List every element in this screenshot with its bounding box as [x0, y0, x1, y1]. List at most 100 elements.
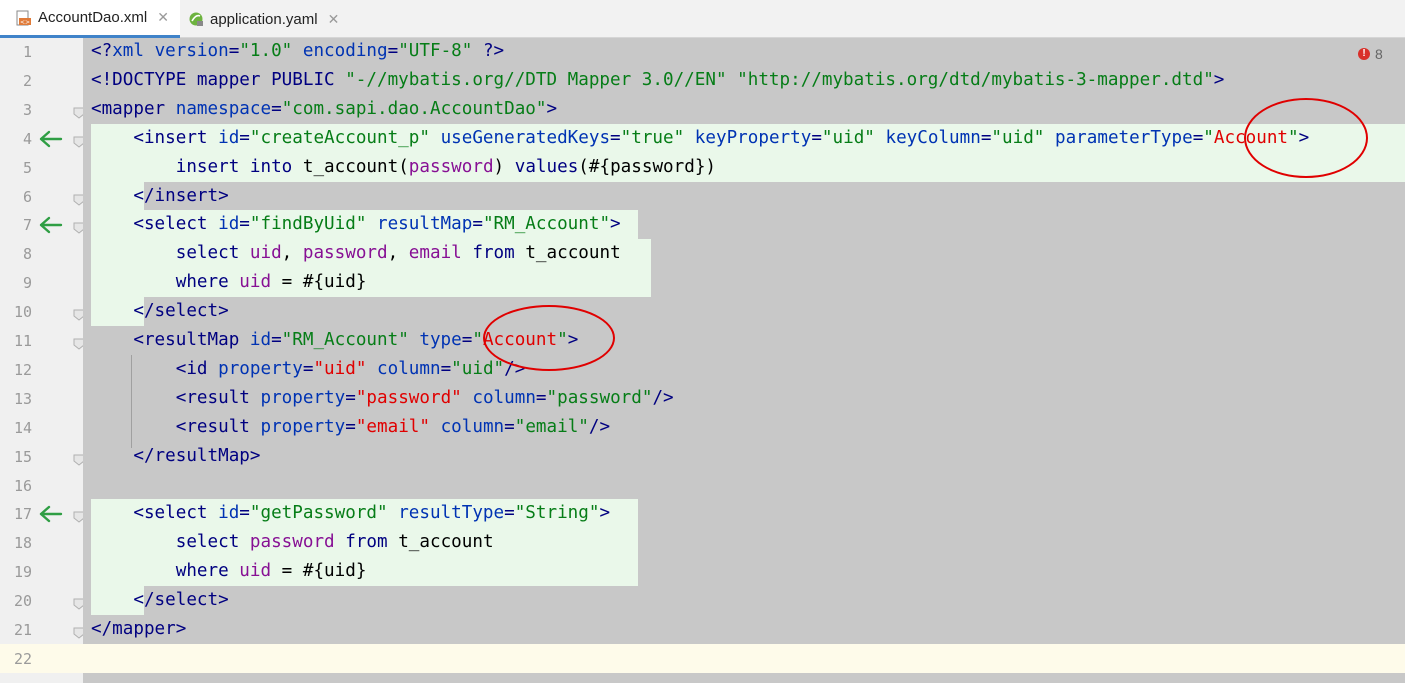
code-token: </select>: [91, 301, 229, 322]
code-token: resultMap: [377, 214, 473, 235]
code-line[interactable]: select password from t_account: [91, 528, 494, 557]
close-icon[interactable]: ✕: [157, 9, 169, 26]
code-token: =: [239, 214, 250, 235]
code-token: >: [546, 98, 558, 119]
code-token: id: [218, 503, 240, 524]
tab-accountdao-xml[interactable]: <> AccountDao.xml ✕: [0, 0, 180, 38]
code-token: password: [249, 532, 346, 553]
code-token: <mapper: [91, 98, 176, 119]
code-token: =: [1192, 127, 1204, 148]
code-token: "email": [355, 416, 441, 437]
code-line[interactable]: </resultMap>: [91, 442, 260, 471]
code-token: from: [472, 243, 526, 264]
code-line[interactable]: <!DOCTYPE mapper PUBLIC "-//mybatis.org/…: [91, 66, 1224, 95]
code-token: </resultMap>: [91, 445, 261, 466]
line-number: 21: [13, 621, 32, 639]
code-token: "email": [514, 416, 589, 437]
code-line[interactable]: insert into t_account(password) values(#…: [91, 153, 716, 182]
code-token: <result: [91, 416, 261, 437]
code-token: />: [588, 416, 611, 437]
code-line[interactable]: <result property="email" column="email"/…: [91, 413, 610, 442]
code-token: encoding: [302, 41, 388, 61]
code-token: t_account: [525, 243, 621, 264]
tab-label: AccountDao.xml: [38, 9, 148, 26]
code-token: "true": [620, 127, 695, 148]
code-line[interactable]: <insert id="createAccount_p" useGenerate…: [91, 124, 1309, 153]
line-number: 15: [13, 447, 32, 466]
code-token: <result: [91, 387, 261, 408]
line-number: 12: [13, 360, 32, 379]
code-line[interactable]: select uid, password, email from t_accou…: [91, 239, 621, 268]
code-token: "uid": [313, 358, 378, 379]
code-token: </mapper>: [91, 619, 187, 639]
code-token: "1.0": [239, 41, 303, 61]
code-token: property: [260, 416, 346, 437]
code-editor[interactable]: <?xml version="1.0" encoding="UTF-8" ?> <…: [83, 38, 1405, 683]
line-number: 17: [13, 505, 32, 524]
editor-tab-bar: <> AccountDao.xml ✕ application.yaml ✕: [0, 0, 1405, 38]
code-line[interactable]: <select id="findByUid" resultMap="RM_Acc…: [91, 210, 621, 239]
code-token: column: [440, 416, 505, 437]
code-token: uid: [239, 272, 282, 293]
close-icon[interactable]: ✕: [328, 11, 340, 28]
code-line[interactable]: where uid = #{uid}: [91, 268, 367, 297]
code-token: id: [218, 214, 240, 235]
code-token: "RM_Account": [482, 214, 611, 235]
code-token: "uid": [451, 358, 505, 379]
error-count: 8: [1375, 46, 1383, 62]
tab-application-yaml[interactable]: application.yaml ✕: [188, 0, 358, 38]
code-token: "com.sapi.dao.AccountDao": [281, 98, 547, 119]
code-token: =: [504, 416, 515, 437]
code-token: values: [514, 156, 579, 177]
code-line[interactable]: <mapper namespace="com.sapi.dao.AccountD…: [91, 95, 557, 124]
code-token: version: [154, 41, 229, 61]
code-token: =: [239, 127, 250, 148]
code-token: =: [440, 358, 452, 379]
code-token: useGeneratedKeys: [440, 127, 611, 148]
code-token: =: [610, 127, 621, 148]
code-line[interactable]: where uid = #{uid}: [91, 557, 367, 586]
code-token: "uid": [821, 127, 886, 148]
code-token: select: [91, 243, 250, 264]
code-line[interactable]: </mapper>: [91, 615, 186, 644]
line-number-gutter: 1 2 3 4 5 6 7 8 9 10 11 12 13 14 15 16 17 18 19 20 21 22: [0, 38, 85, 683]
code-token: parameterType: [1054, 127, 1193, 148]
implementing-arrow-icon[interactable]: [38, 215, 64, 235]
code-token: </select>: [91, 590, 229, 611]
code-token: =: [504, 503, 515, 524]
code-token: t_account(: [302, 156, 409, 177]
code-token: >: [610, 214, 621, 235]
line-number: 14: [13, 418, 32, 437]
code-line[interactable]: </select>: [91, 586, 229, 615]
code-line[interactable]: <result property="password" column="pass…: [91, 384, 674, 413]
code-token: keyProperty: [694, 127, 812, 148]
line-number: 2: [22, 71, 32, 90]
code-token: select: [91, 532, 250, 553]
code-line[interactable]: <?xml version="1.0" encoding="UTF-8" ?>: [91, 38, 504, 66]
implementing-arrow-icon[interactable]: [38, 504, 64, 524]
code-token: uid: [239, 561, 282, 582]
error-indicator[interactable]: ! 8: [1358, 46, 1383, 62]
code-token: =: [980, 127, 992, 148]
line-number: 11: [13, 332, 32, 350]
code-token: keyColumn: [885, 127, 981, 148]
code-token: "uid": [991, 127, 1055, 148]
code-line[interactable]: <select id="getPassword" resultType="Str…: [91, 499, 610, 528]
line-number: 9: [22, 274, 32, 293]
code-token: where: [91, 272, 240, 293]
line-number: 6: [22, 187, 32, 206]
line-number: 10: [13, 303, 32, 322]
code-line[interactable]: </insert>: [91, 182, 228, 211]
line-number: 4: [22, 129, 32, 148]
current-line-highlight: [83, 643, 1405, 673]
code-line[interactable]: </select>: [91, 297, 229, 326]
line-number: 7: [22, 216, 32, 235]
code-token: "password": [546, 387, 653, 408]
line-number: 22: [13, 649, 32, 668]
implementing-arrow-icon[interactable]: [38, 129, 64, 149]
code-token: ": [472, 330, 483, 350]
code-line[interactable]: <id property="uid" column="uid"/>: [91, 355, 526, 384]
svg-text:<>: <>: [20, 19, 30, 26]
spring-yaml-icon: [188, 11, 204, 27]
code-token: <id: [91, 358, 219, 379]
